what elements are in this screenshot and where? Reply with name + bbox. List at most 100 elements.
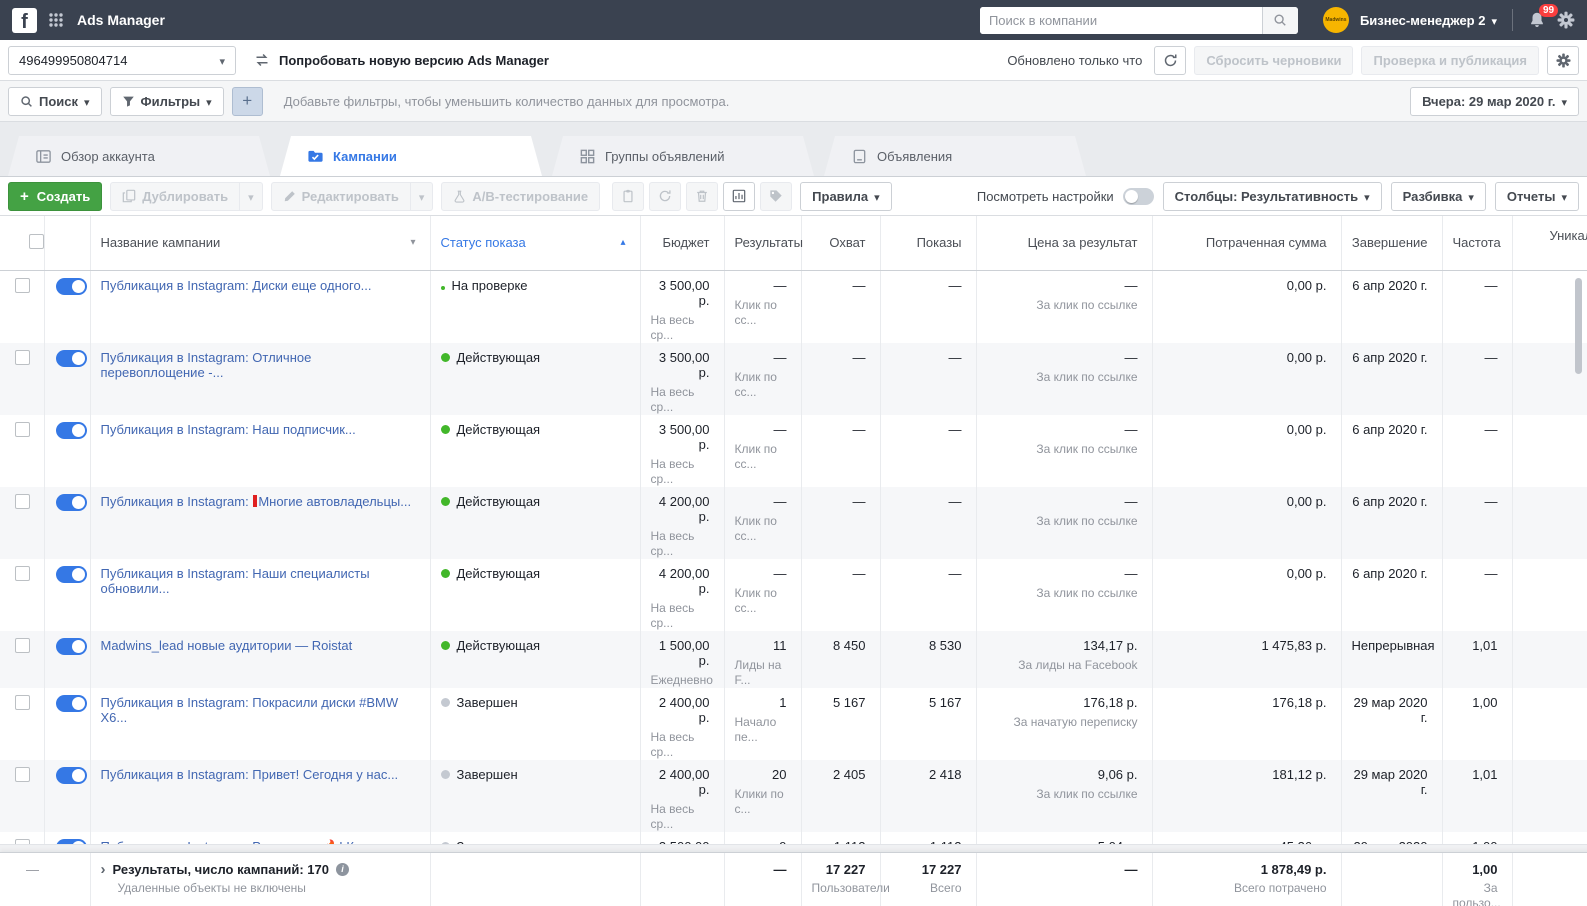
search-icon[interactable] (1261, 6, 1298, 34)
tab-ads[interactable]: Объявления (824, 136, 1086, 176)
results-cell: 11 Лиды на F... (723, 630, 801, 688)
campaign-toggle[interactable] (55, 349, 87, 367)
page-settings-button[interactable] (1547, 45, 1579, 75)
facebook-logo-icon[interactable]: f (12, 7, 37, 33)
amount-spent-cell: 0,00 р. (1151, 486, 1341, 559)
reports-button[interactable]: Отчеты (1494, 181, 1579, 211)
reach-cell: 5 167 (800, 687, 880, 760)
campaign-row: Публикация в Instagram: Наши специалисты… (0, 558, 1587, 631)
view-settings-toggle[interactable] (1122, 187, 1154, 205)
results-cell: 20 Клики по с... (723, 759, 801, 832)
campaign-name-link[interactable]: Публикация в Instagram: Привет! Сегодня … (101, 767, 399, 782)
notifications-button[interactable]: 99 (1528, 4, 1559, 29)
tab-ad-sets[interactable]: Группы объявлений (552, 136, 814, 176)
company-search-input[interactable] (979, 6, 1262, 34)
ad-account-selector[interactable]: 496499950804714 (8, 45, 236, 75)
campaign-toggle[interactable] (55, 493, 87, 511)
total-results: — (773, 862, 787, 877)
frequency-cell: — (1441, 414, 1512, 487)
columns-button[interactable]: Столбцы: Результативность (1162, 181, 1382, 211)
campaign-name-link[interactable]: Публикация в Instagram: Покрасили диски … (101, 695, 399, 725)
campaign-name-link[interactable]: Madwins_lead новые аудитории — Roistat (101, 638, 353, 653)
ends-cell: 6 апр 2020 г. (1340, 270, 1442, 343)
campaign-toggle[interactable] (55, 766, 87, 784)
column-header-unique-clicks[interactable]: Уникальные клики по ссылке (1511, 216, 1587, 271)
row-checkbox[interactable] (15, 565, 30, 581)
reach-cell: 8 450 (800, 630, 880, 688)
chevron-down-icon (1491, 13, 1497, 28)
plus-icon (20, 188, 31, 205)
create-button[interactable]: Создать (8, 181, 103, 211)
row-checkbox[interactable] (15, 277, 30, 293)
row-checkbox[interactable] (15, 766, 30, 782)
campaign-row: Публикация в Instagram: Наш подписчик...… (0, 414, 1587, 487)
impressions-cell: — (879, 558, 976, 631)
unique-clicks-cell (1511, 687, 1587, 760)
column-header-cost[interactable]: Цена за результат (975, 216, 1152, 271)
campaign-toggle[interactable] (55, 421, 87, 439)
status-dot-icon (440, 496, 450, 506)
charts-button[interactable] (723, 181, 756, 211)
campaign-toggle[interactable] (55, 277, 87, 295)
chevron-down-icon (874, 189, 880, 204)
breakdown-button[interactable]: Разбивка (1390, 181, 1486, 211)
campaign-name-link[interactable]: Публикация в Instagram: Отличное перевоп… (101, 350, 312, 380)
settings-gear-icon[interactable] (1557, 11, 1575, 29)
budget-cell: 2 400,00 р. На весь ср... (639, 687, 724, 760)
amount-spent-cell: 176,18 р. (1151, 687, 1341, 760)
business-manager-menu[interactable]: Бизнес-менеджер 2 (1360, 13, 1497, 28)
campaign-toggle[interactable] (55, 637, 87, 655)
row-checkbox[interactable] (15, 421, 30, 437)
campaign-toggle[interactable] (55, 694, 87, 712)
reach-cell: — (800, 270, 880, 343)
chevron-right-icon (101, 862, 106, 877)
column-header-budget[interactable]: Бюджет (639, 216, 724, 271)
date-range-selector[interactable]: Вчера: 29 мар 2020 г. (1410, 86, 1579, 116)
business-avatar[interactable]: Madwins (1322, 7, 1349, 33)
select-all-checkbox[interactable] (28, 233, 44, 249)
column-header-results[interactable]: Результаты (723, 216, 803, 271)
delivery-status-cell: Действующая (429, 486, 640, 559)
budget-cell: 3 500,00 р.На весь ср... (639, 270, 724, 343)
row-checkbox[interactable] (15, 349, 30, 365)
delivery-status-cell: Действующая (429, 558, 640, 631)
campaign-name-link[interactable]: Публикация в Instagram: Наш подписчик... (101, 422, 356, 437)
row-checkbox[interactable] (15, 493, 30, 509)
campaign-toggle[interactable] (55, 565, 87, 583)
apps-grid-icon[interactable] (48, 12, 64, 28)
column-header-impressions[interactable]: Показы (879, 216, 976, 271)
column-header-frequency[interactable]: Частота (1441, 216, 1512, 271)
refresh-button[interactable] (1154, 45, 1187, 75)
column-header-name[interactable]: Название кампании (89, 216, 430, 271)
search-dropdown-button[interactable]: Поиск (8, 86, 102, 116)
campaign-name-link[interactable]: Публикация в Instagram: Многие автовладе… (101, 494, 412, 509)
info-icon[interactable] (335, 863, 349, 876)
row-checkbox[interactable] (15, 694, 30, 710)
cost-per-result-cell: —За клик по ссылке (975, 558, 1152, 631)
budget-cell: 1 500,00 р. Ежедневно (639, 630, 724, 688)
column-header-reach[interactable]: Охват (800, 216, 880, 271)
chevron-down-icon (206, 94, 212, 109)
total-spent: 1 878,49 р. (1260, 862, 1327, 877)
rules-button[interactable]: Правила (800, 181, 892, 211)
impressions-cell: 8 530 (879, 630, 976, 688)
campaign-row: Публикация в Instagram: Покрасили диски … (0, 687, 1587, 760)
vertical-scrollbar[interactable] (1575, 278, 1582, 374)
filters-dropdown-button[interactable]: Фильтры (109, 86, 224, 116)
add-filter-button[interactable] (231, 86, 263, 116)
summary-expander[interactable]: Результаты, число кампаний: 170 (101, 862, 416, 877)
tab-campaigns[interactable]: Кампании (280, 136, 542, 176)
campaign-row: Madwins_lead новые аудитории — Roistat Д… (0, 630, 1587, 688)
column-header-spent[interactable]: Потраченная сумма (1151, 216, 1341, 271)
tab-account-overview[interactable]: Обзор аккаунта (8, 136, 270, 176)
search-icon (21, 95, 32, 107)
campaign-name-link[interactable]: Публикация в Instagram: Диски еще одного… (101, 278, 372, 293)
column-header-ends[interactable]: Завершение (1340, 216, 1442, 271)
partial-row-strip (0, 844, 1587, 852)
amount-spent-cell: 0,00 р. (1151, 558, 1341, 631)
unique-clicks-cell (1511, 414, 1587, 487)
column-header-status[interactable]: Статус показа (429, 216, 640, 271)
try-new-version-link[interactable]: Попробовать новую версию Ads Manager (254, 52, 549, 68)
row-checkbox[interactable] (15, 637, 30, 653)
campaign-name-link[interactable]: Публикация в Instagram: Наши специалисты… (101, 566, 370, 596)
